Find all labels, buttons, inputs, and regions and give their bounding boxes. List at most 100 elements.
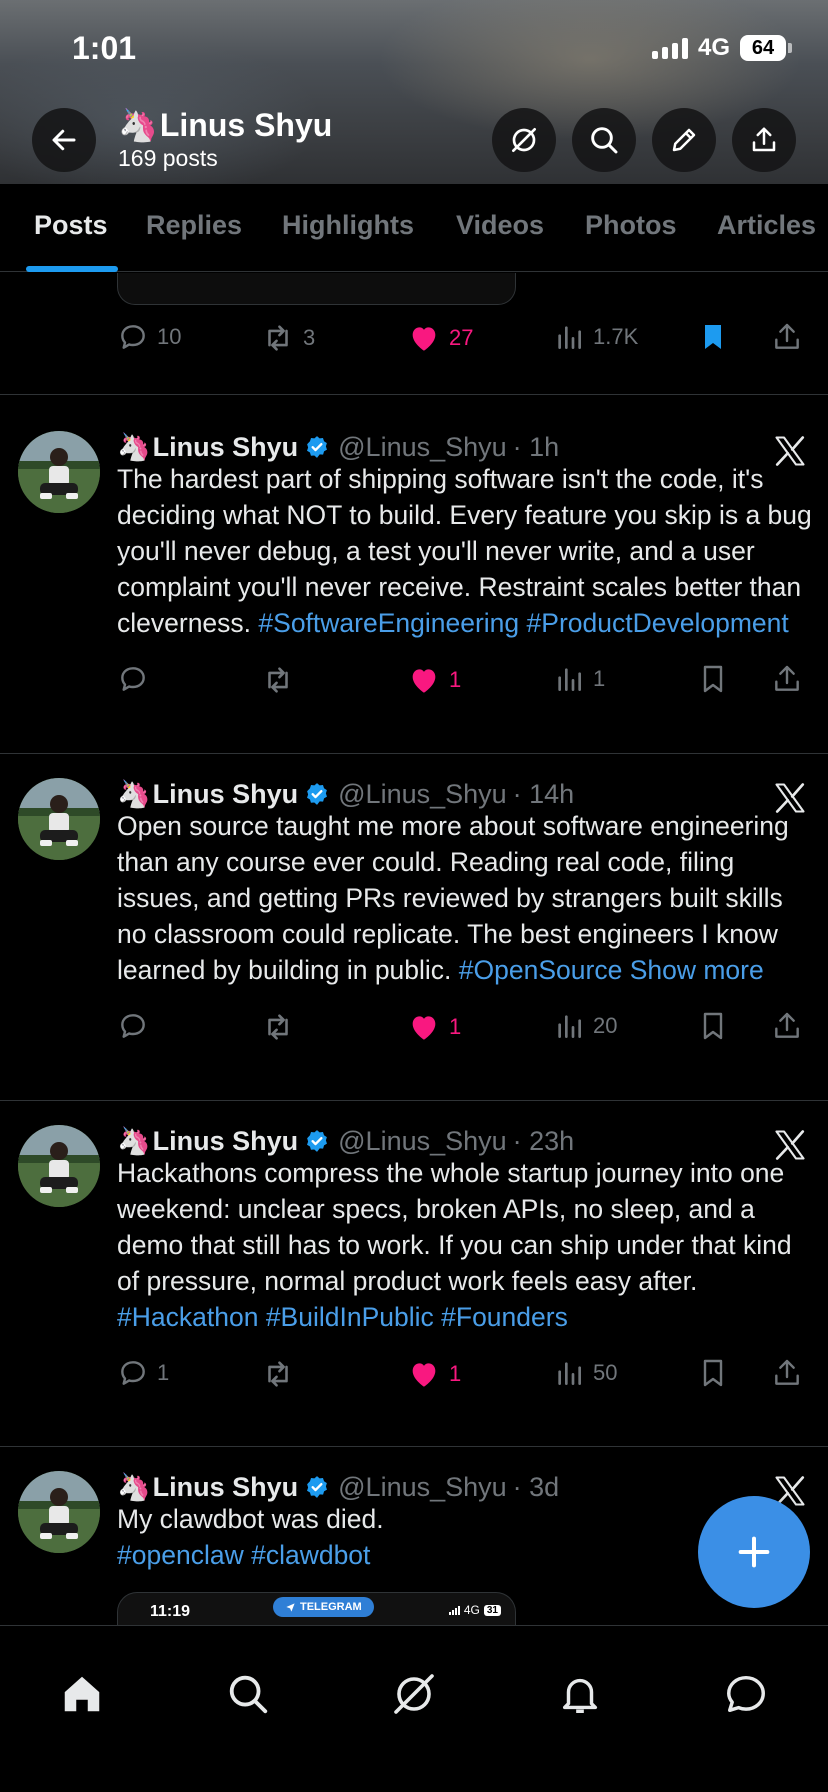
- author-name[interactable]: Linus Shyu: [153, 432, 299, 463]
- reply-icon: [121, 667, 145, 691]
- author-handle[interactable]: @Linus_Shyu: [338, 779, 507, 810]
- repost-button[interactable]: [261, 1010, 303, 1044]
- share-button[interactable]: [771, 1357, 803, 1389]
- bookmark-icon: [703, 1359, 723, 1387]
- repost-button[interactable]: [261, 1357, 303, 1391]
- compose-button[interactable]: [698, 1496, 810, 1608]
- post-text[interactable]: Open source taught me more about softwar…: [117, 808, 817, 988]
- reply-button[interactable]: [117, 663, 157, 695]
- share-icon: [775, 665, 799, 691]
- tab-photos[interactable]: Photos: [585, 210, 677, 241]
- share-profile-button[interactable]: [732, 108, 796, 172]
- hashtag[interactable]: #SoftwareEngineering: [258, 608, 519, 638]
- like-button[interactable]: 1: [407, 1357, 461, 1391]
- bookmark-button[interactable]: [697, 1010, 729, 1042]
- hashtag[interactable]: #ProductDevelopment: [527, 608, 789, 638]
- nav-home[interactable]: [52, 1664, 112, 1724]
- share-button[interactable]: [771, 663, 803, 695]
- edit-button[interactable]: [652, 108, 716, 172]
- media-preview[interactable]: [117, 273, 516, 305]
- hashtag[interactable]: #BuildInPublic: [266, 1302, 434, 1332]
- author-handle[interactable]: @Linus_Shyu: [338, 432, 507, 463]
- avatar[interactable]: [18, 431, 100, 513]
- view-count: 50: [593, 1360, 618, 1385]
- hashtag[interactable]: #OpenSource: [459, 955, 623, 985]
- verified-badge-icon: [304, 1128, 330, 1154]
- view-count: 1: [593, 666, 606, 691]
- share-icon: [775, 1359, 799, 1385]
- send-icon: [286, 1602, 295, 1612]
- repost-button[interactable]: 3: [261, 321, 315, 355]
- home-icon: [64, 1676, 100, 1712]
- nav-search[interactable]: [218, 1664, 278, 1724]
- preview-network: 4G: [463, 1603, 480, 1617]
- hashtag[interactable]: #openclaw: [117, 1540, 244, 1570]
- share-icon: [775, 323, 799, 349]
- unicorn-emoji: 🦄: [117, 1472, 151, 1502]
- post-time: · 3d: [512, 1471, 560, 1502]
- post-text[interactable]: The hardest part of shipping software is…: [117, 461, 817, 641]
- post-body: My clawdbot was died.: [117, 1504, 384, 1534]
- heart-icon: [412, 669, 436, 693]
- views-button[interactable]: 1: [553, 663, 605, 695]
- views-button[interactable]: 50: [553, 1357, 617, 1389]
- hashtag[interactable]: #Founders: [441, 1302, 568, 1332]
- views-icon: [558, 1015, 581, 1038]
- avatar[interactable]: [18, 778, 100, 860]
- reply-button[interactable]: [117, 1010, 157, 1042]
- grok-button[interactable]: [492, 108, 556, 172]
- search-icon: [229, 1675, 268, 1714]
- tab-highlights[interactable]: Highlights: [282, 210, 414, 241]
- back-button[interactable]: [32, 108, 96, 172]
- avatar[interactable]: [18, 1125, 100, 1207]
- profile-screen: 1:01 4G 64 🦄 Linus Shyu 169 posts Posts …: [0, 0, 828, 1792]
- search-button[interactable]: [572, 108, 636, 172]
- tab-videos[interactable]: Videos: [456, 210, 544, 241]
- views-button[interactable]: 1.7K: [553, 321, 638, 353]
- bookmark-button[interactable]: [697, 1357, 729, 1389]
- nav-notifications[interactable]: [550, 1664, 610, 1724]
- share-icon: [752, 127, 776, 152]
- like-count: 1: [449, 1014, 462, 1039]
- heart-icon: [412, 327, 436, 351]
- show-more-link[interactable]: Show more: [630, 955, 764, 985]
- author-name[interactable]: Linus Shyu: [153, 779, 299, 810]
- hashtag[interactable]: #clawdbot: [251, 1540, 370, 1570]
- signal-icon: [448, 1605, 460, 1615]
- post-actions: 10 3 27 1.7K: [117, 321, 811, 357]
- post-actions: 1 1: [117, 663, 811, 699]
- reply-button[interactable]: 1: [117, 1357, 169, 1389]
- author-name[interactable]: Linus Shyu: [153, 1472, 299, 1503]
- tab-articles[interactable]: Articles: [717, 210, 816, 241]
- tab-posts[interactable]: Posts: [34, 210, 108, 241]
- hashtag[interactable]: #Hackathon: [117, 1302, 258, 1332]
- preview-battery: 31: [483, 1604, 501, 1616]
- nav-messages[interactable]: [716, 1664, 776, 1724]
- author-name[interactable]: Linus Shyu: [153, 1126, 299, 1157]
- repost-button[interactable]: [261, 663, 303, 697]
- signal-icon: [651, 37, 688, 59]
- author-handle[interactable]: @Linus_Shyu: [338, 1126, 507, 1157]
- verified-badge-icon: [304, 1474, 330, 1500]
- like-button[interactable]: 1: [407, 1010, 461, 1044]
- repost-count: 3: [303, 325, 316, 350]
- avatar[interactable]: [18, 1471, 100, 1553]
- like-button[interactable]: 1: [407, 663, 461, 697]
- post-text[interactable]: Hackathons compress the whole startup jo…: [117, 1155, 817, 1335]
- author-handle[interactable]: @Linus_Shyu: [338, 1472, 507, 1503]
- post-feed[interactable]: 10 3 27 1.7K 🦄 Linus Shyu @Linus_Shyu · …: [0, 273, 828, 1625]
- bookmark-icon: [703, 665, 723, 693]
- share-button[interactable]: [771, 1010, 803, 1042]
- reply-button[interactable]: 10: [117, 321, 181, 353]
- bookmark-button[interactable]: [697, 663, 729, 695]
- profile-tabs: Posts Replies Highlights Videos Photos A…: [0, 184, 828, 272]
- network-type: 4G: [697, 34, 730, 61]
- nav-grok[interactable]: [384, 1664, 444, 1724]
- post-time: · 1h: [512, 431, 560, 462]
- bookmark-button[interactable]: [697, 321, 729, 353]
- share-button[interactable]: [771, 321, 803, 353]
- views-button[interactable]: 20: [553, 1010, 617, 1042]
- like-button[interactable]: 27: [407, 321, 473, 355]
- tab-replies[interactable]: Replies: [146, 210, 242, 241]
- reply-icon: [121, 1014, 145, 1038]
